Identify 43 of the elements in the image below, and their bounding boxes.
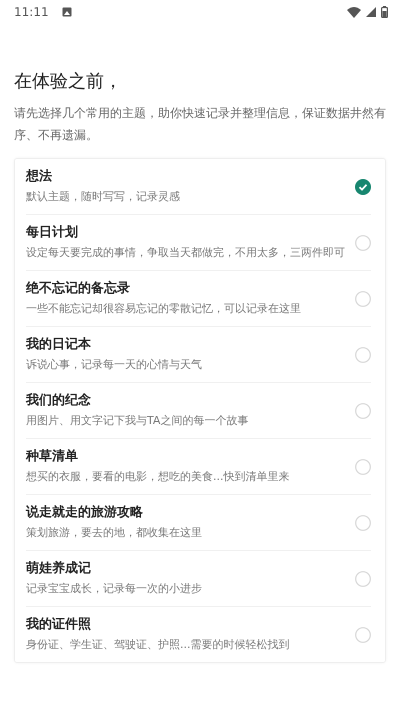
topic-title: 说走就走的旅游攻略 — [26, 504, 144, 522]
radio-button[interactable] — [355, 290, 371, 306]
topic-description: 想买的衣服，要看的电影，想吃的美食...快到清单里来 — [26, 469, 290, 485]
topic-title: 每日计划 — [26, 224, 79, 242]
radio-button[interactable] — [355, 570, 371, 586]
radio-button[interactable] — [355, 458, 371, 474]
radio-button[interactable] — [355, 346, 371, 362]
topic-title: 萌娃养成记 — [26, 560, 92, 578]
topic-description: 一些不能忘记却很容易忘记的零散记忆，可以记录在这里 — [26, 301, 302, 317]
topic-description: 默认主题，随时写写，记录灵感 — [26, 189, 181, 205]
topic-description: 用图片、用文字记下我与TA之间的每一个故事 — [26, 413, 250, 429]
page-heading: 在体验之前， — [14, 70, 123, 94]
wifi-icon — [347, 6, 361, 18]
radio-button[interactable] — [355, 234, 371, 250]
topic-item[interactable]: 绝不忘记的备忘录 一些不能忘记却很容易忘记的零散记忆，可以记录在这里 — [26, 271, 371, 327]
topic-description: 身份证、学生证、驾驶证、护照...需要的时候轻松找到 — [26, 637, 290, 653]
topic-item[interactable]: 萌娃养成记 记录宝宝成长，记录每一次的小进步 — [26, 551, 371, 607]
topic-title: 绝不忘记的备忘录 — [26, 280, 131, 298]
topic-title: 种草清单 — [26, 448, 79, 466]
topic-item[interactable]: 我们的纪念 用图片、用文字记下我与TA之间的每一个故事 — [26, 383, 371, 439]
topic-title: 我的日记本 — [26, 336, 92, 354]
intro-text: 请先选择几个常用的主题，助你快速记录并整理信息，保证数据井然有序、不再遗漏。 — [14, 105, 387, 144]
topic-title: 想法 — [26, 168, 53, 186]
topic-item[interactable]: 种草清单 想买的衣服，要看的电影，想吃的美食...快到清单里来 — [26, 439, 371, 495]
topic-item[interactable]: 我的日记本 诉说心事，记录每一天的心情与天气 — [26, 327, 371, 383]
topic-description: 诉说心事，记录每一天的心情与天气 — [26, 357, 203, 373]
battery-icon — [381, 6, 388, 18]
topic-description: 设定每天要完成的事情，争取当天都做完，不用太多，三两件即可 — [26, 245, 346, 261]
topic-title: 我的证件照 — [26, 616, 92, 634]
radio-button[interactable] — [355, 402, 371, 418]
notification-icon — [62, 7, 72, 17]
topic-item[interactable]: 每日计划 设定每天要完成的事情，争取当天都做完，不用太多，三两件即可 — [26, 215, 371, 271]
topic-description: 记录宝宝成长，记录每一次的小进步 — [26, 581, 203, 597]
topic-item[interactable]: 说走就走的旅游攻略 策划旅游，要去的地，都收集在这里 — [26, 495, 371, 551]
radio-button[interactable] — [355, 626, 371, 642]
signal-icon — [366, 7, 376, 17]
topic-description: 策划旅游，要去的地，都收集在这里 — [26, 525, 203, 541]
topic-item[interactable]: 想法 默认主题，随时写写，记录灵感 — [26, 159, 371, 215]
radio-button[interactable] — [355, 514, 371, 530]
status-time: 11:11 — [14, 5, 49, 19]
check-icon[interactable] — [355, 178, 371, 194]
topic-title: 我们的纪念 — [26, 392, 92, 410]
topic-item[interactable]: 我的证件照 身份证、学生证、驾驶证、护照...需要的时候轻松找到 — [26, 607, 371, 662]
